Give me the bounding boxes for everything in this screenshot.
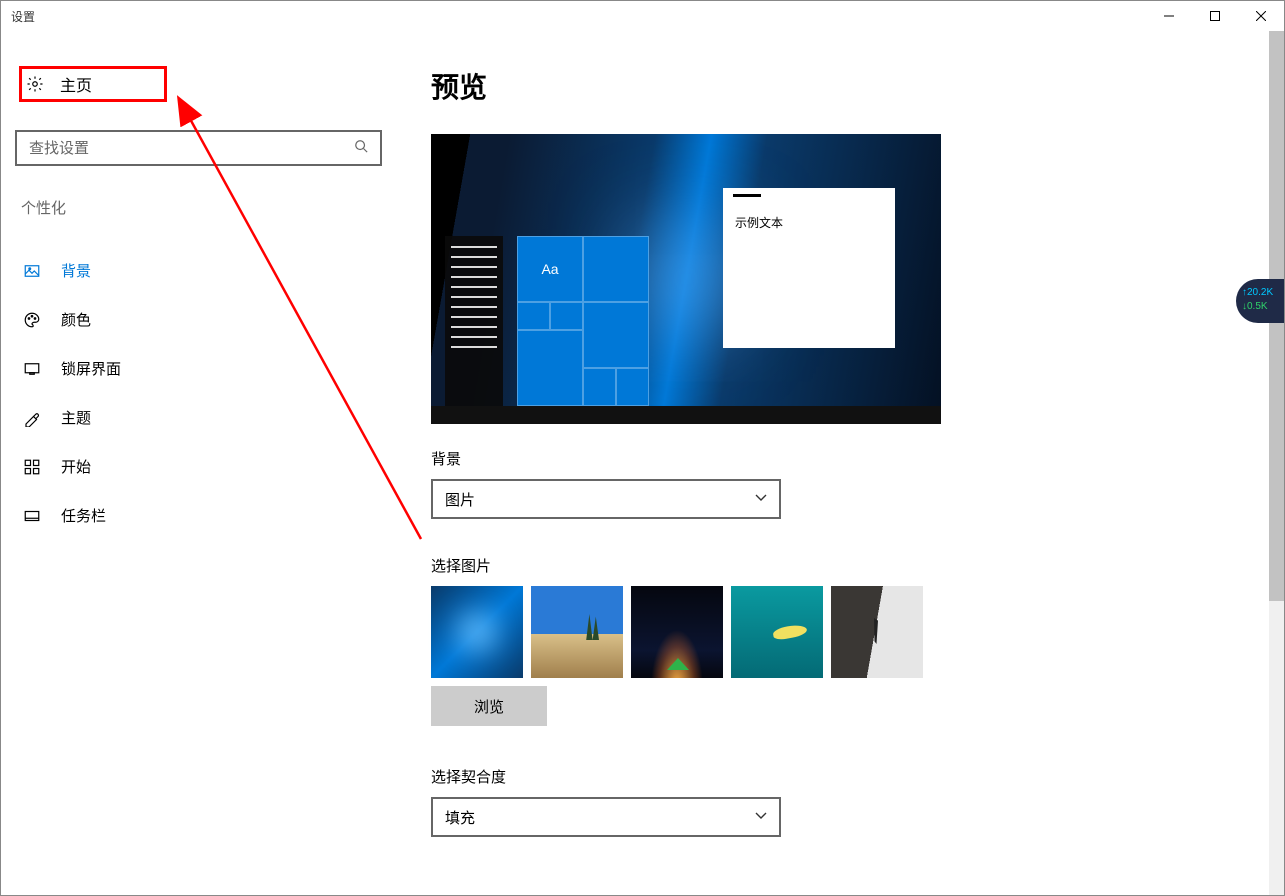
maximize-button[interactable] bbox=[1192, 1, 1238, 31]
minimize-button[interactable] bbox=[1146, 1, 1192, 31]
close-button[interactable] bbox=[1238, 1, 1284, 31]
network-overlay: ↑20.2K ↓0.5K bbox=[1236, 279, 1284, 323]
gear-icon bbox=[26, 75, 44, 93]
preview-start-panel bbox=[445, 236, 503, 406]
net-up: ↑20.2K bbox=[1242, 286, 1280, 300]
preview-sample-text: 示例文本 bbox=[723, 196, 895, 231]
thumbnail-3[interactable] bbox=[631, 586, 723, 678]
home-label: 主页 bbox=[60, 72, 92, 96]
chevron-down-icon bbox=[755, 809, 767, 826]
thumbnail-2[interactable] bbox=[531, 586, 623, 678]
nav-label: 锁屏界面 bbox=[61, 358, 121, 379]
titlebar: 设置 bbox=[1, 1, 1284, 31]
search-box[interactable] bbox=[15, 130, 382, 166]
window-controls bbox=[1146, 1, 1284, 31]
fit-label: 选择契合度 bbox=[431, 766, 1249, 787]
sidebar: 主页 个性化 背景 bbox=[1, 31, 396, 895]
window-title: 设置 bbox=[11, 8, 35, 25]
search-input[interactable] bbox=[29, 140, 354, 157]
nav-item-taskbar[interactable]: 任务栏 bbox=[1, 491, 396, 540]
fit-select-value: 填充 bbox=[445, 807, 475, 828]
nav-item-start[interactable]: 开始 bbox=[1, 442, 396, 491]
background-label: 背景 bbox=[431, 448, 1249, 469]
image-thumbnails bbox=[431, 586, 1249, 678]
thumbnail-5[interactable] bbox=[831, 586, 923, 678]
content-area: 预览 Aa 示例文本 bbox=[396, 31, 1284, 895]
background-select[interactable]: 图片 bbox=[431, 479, 781, 519]
scrollbar[interactable] bbox=[1269, 31, 1284, 895]
picture-icon bbox=[23, 262, 41, 280]
palette-icon bbox=[23, 311, 41, 329]
nav-label: 主题 bbox=[61, 407, 91, 428]
nav-item-themes[interactable]: 主题 bbox=[1, 393, 396, 442]
taskbar-icon bbox=[23, 507, 41, 525]
net-down: ↓0.5K bbox=[1242, 300, 1280, 314]
choose-image-label: 选择图片 bbox=[431, 555, 1249, 576]
nav-label: 任务栏 bbox=[61, 505, 106, 526]
desktop-preview: Aa 示例文本 bbox=[431, 134, 941, 424]
nav-label: 开始 bbox=[61, 456, 91, 477]
browse-button[interactable]: 浏览 bbox=[431, 686, 547, 726]
chevron-down-icon bbox=[755, 491, 767, 508]
nav-item-colors[interactable]: 颜色 bbox=[1, 295, 396, 344]
preview-window: 示例文本 bbox=[723, 188, 895, 348]
home-button[interactable]: 主页 bbox=[19, 66, 167, 102]
theme-icon bbox=[23, 409, 41, 427]
nav-label: 颜色 bbox=[61, 309, 91, 330]
background-select-value: 图片 bbox=[445, 489, 475, 510]
fit-select[interactable]: 填充 bbox=[431, 797, 781, 837]
search-icon bbox=[354, 139, 368, 158]
nav-label: 背景 bbox=[61, 260, 91, 281]
lockscreen-icon bbox=[23, 360, 41, 378]
thumbnail-4[interactable] bbox=[731, 586, 823, 678]
start-icon bbox=[23, 458, 41, 476]
section-header: 个性化 bbox=[21, 197, 396, 218]
preview-tiles: Aa bbox=[517, 236, 649, 406]
preview-tile-aa: Aa bbox=[517, 236, 583, 302]
nav-item-lockscreen[interactable]: 锁屏界面 bbox=[1, 344, 396, 393]
page-title: 预览 bbox=[431, 66, 1249, 106]
thumbnail-1[interactable] bbox=[431, 586, 523, 678]
nav-item-background[interactable]: 背景 bbox=[1, 246, 396, 295]
